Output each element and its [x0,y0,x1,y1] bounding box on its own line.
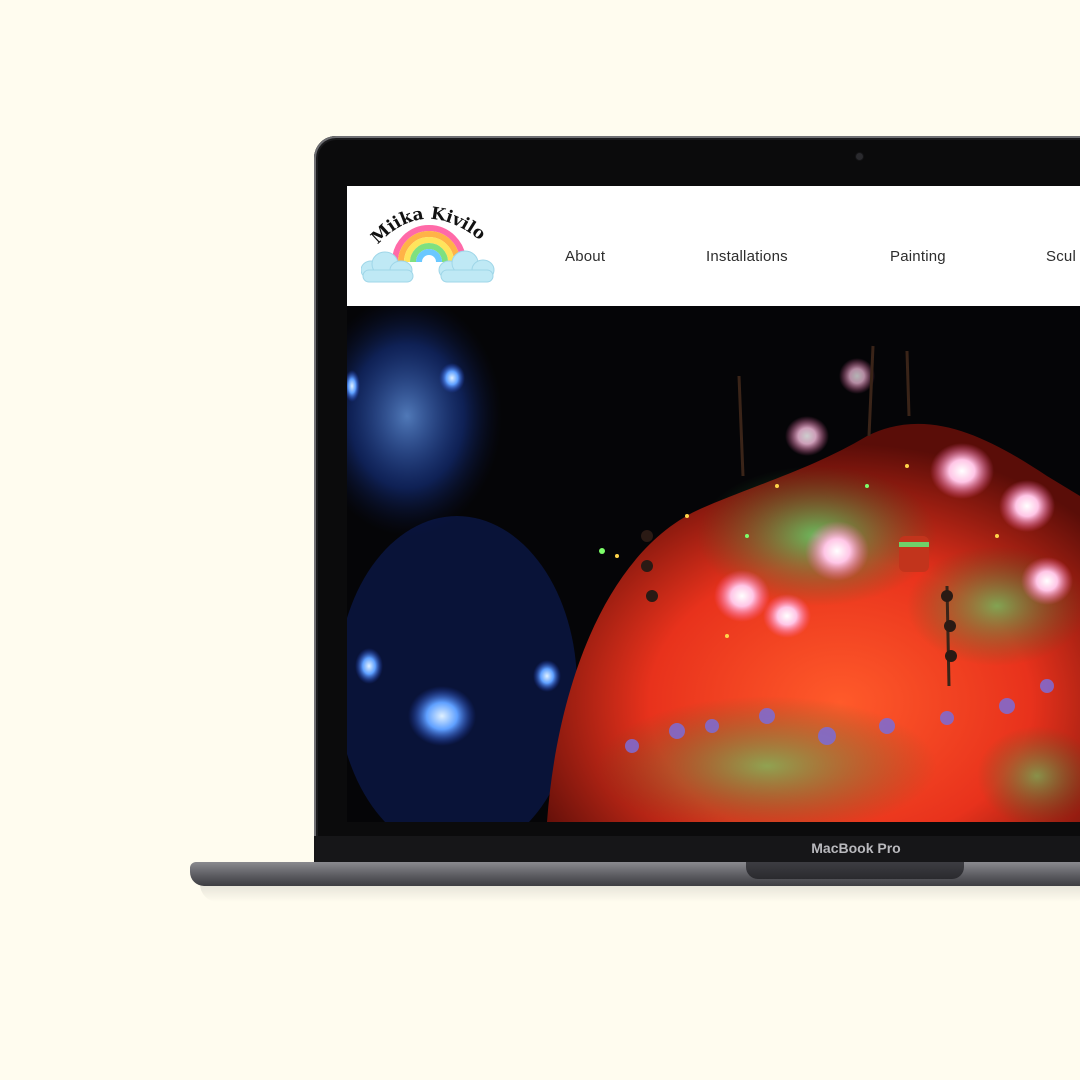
nav-installations[interactable]: Installations [706,248,788,265]
rainbow-clouds-logo-icon: Miika Kivilo [360,204,495,283]
screen-bezel-bottom [314,836,1080,862]
nav-painting[interactable]: Painting [890,248,946,265]
nav-about[interactable]: About [565,248,605,265]
site-header: Miika Kivilo About Installations Paintin… [347,186,1080,306]
laptop-hinge-notch [746,862,964,879]
hero-image [347,306,1080,822]
device-model-label: MacBook Pro [811,840,901,856]
mockup-stage: Miika Kivilo About Installations Paintin… [0,0,1080,1080]
laptop-base-shadow [200,884,1080,902]
webcam-icon [856,153,863,160]
nav-sculpture[interactable]: Scul [1046,248,1076,265]
laptop-screen: Miika Kivilo About Installations Paintin… [347,186,1080,822]
site-logo[interactable]: Miika Kivilo [360,192,495,288]
